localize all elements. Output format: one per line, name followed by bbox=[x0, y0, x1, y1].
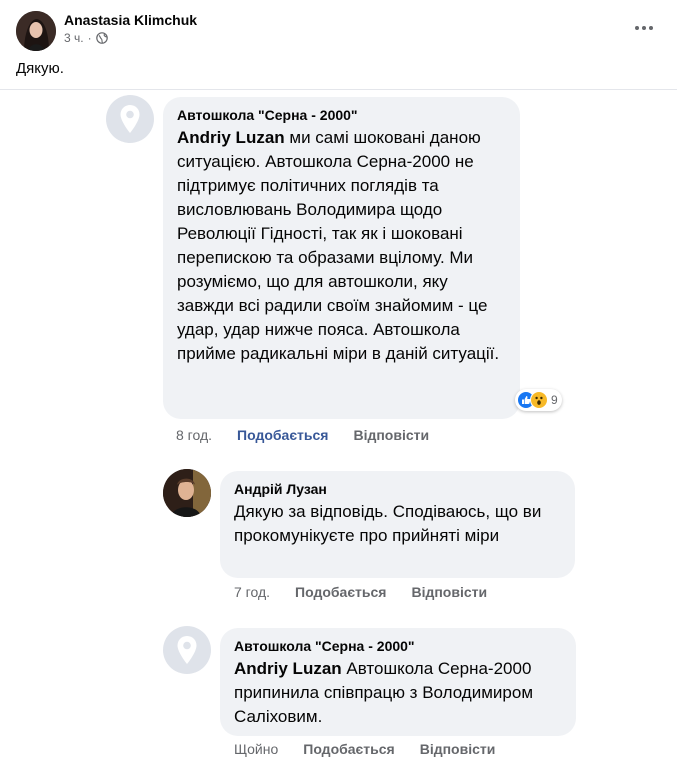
post-meta: 3 ч. · bbox=[64, 31, 108, 45]
location-pin-icon bbox=[120, 105, 140, 133]
page-avatar[interactable] bbox=[163, 626, 211, 674]
comment-author[interactable]: Андрій Лузан bbox=[234, 481, 561, 497]
comment-text: Andriy Luzan Автошкола Серна-2000 припин… bbox=[234, 657, 562, 729]
reply-button[interactable]: Відповісти bbox=[420, 741, 496, 757]
comment-time[interactable]: 7 год. bbox=[234, 584, 270, 600]
post-author-name[interactable]: Anastasia Klimchuk bbox=[64, 12, 197, 28]
like-button[interactable]: Подобається bbox=[303, 741, 394, 757]
wow-icon bbox=[530, 391, 548, 409]
comment-author[interactable]: Автошкола "Серна - 2000" bbox=[234, 638, 562, 654]
comment-actions: 7 год. Подобається Відповісти bbox=[234, 584, 487, 600]
page-avatar[interactable] bbox=[106, 95, 154, 143]
post-header: Anastasia Klimchuk 3 ч. · Дякую. bbox=[0, 0, 677, 90]
location-pin-icon bbox=[177, 636, 197, 664]
like-button[interactable]: Подобається bbox=[295, 584, 386, 600]
comment-actions: Щойно Подобається Відповісти bbox=[234, 741, 495, 757]
reaction-summary[interactable]: 9 bbox=[515, 389, 562, 411]
post-time[interactable]: 3 ч. bbox=[64, 31, 84, 45]
dot-icon bbox=[649, 26, 653, 30]
reply-button[interactable]: Відповісти bbox=[411, 584, 487, 600]
dot-icon bbox=[642, 26, 646, 30]
like-button[interactable]: Подобається bbox=[237, 427, 328, 443]
comment-body: ми самі шоковані даною ситуацією. Автошк… bbox=[177, 128, 500, 363]
comment-author[interactable]: Автошкола "Серна - 2000" bbox=[177, 107, 506, 123]
comment-bubble: Автошкола "Серна - 2000" Andriy Luzan Ав… bbox=[220, 628, 576, 736]
comment-actions: 8 год. Подобається Відповісти bbox=[176, 427, 429, 443]
comment-bubble: Андрій Лузан Дякую за відповідь. Сподіва… bbox=[220, 471, 575, 578]
post-text: Дякую. bbox=[16, 60, 64, 77]
user-avatar[interactable] bbox=[163, 469, 211, 517]
comment-mention[interactable]: Andriy Luzan bbox=[234, 659, 342, 678]
dot-icon bbox=[635, 26, 639, 30]
reaction-count: 9 bbox=[551, 393, 558, 407]
comment-mention[interactable]: Andriy Luzan bbox=[177, 128, 285, 147]
globe-icon bbox=[95, 32, 108, 44]
post-author-avatar[interactable] bbox=[16, 11, 56, 51]
comment-text: Andriy Luzan ми самі шоковані даною ситу… bbox=[177, 126, 506, 366]
meta-separator: · bbox=[87, 31, 92, 45]
more-options-button[interactable] bbox=[629, 16, 659, 40]
comment-text: Дякую за відповідь. Сподіваюсь, що ви пр… bbox=[234, 502, 542, 545]
comment-bubble: Автошкола "Серна - 2000" Andriy Luzan ми… bbox=[163, 97, 520, 419]
reply-button[interactable]: Відповісти bbox=[353, 427, 429, 443]
comment-time[interactable]: Щойно bbox=[234, 741, 278, 757]
comment-time[interactable]: 8 год. bbox=[176, 427, 212, 443]
